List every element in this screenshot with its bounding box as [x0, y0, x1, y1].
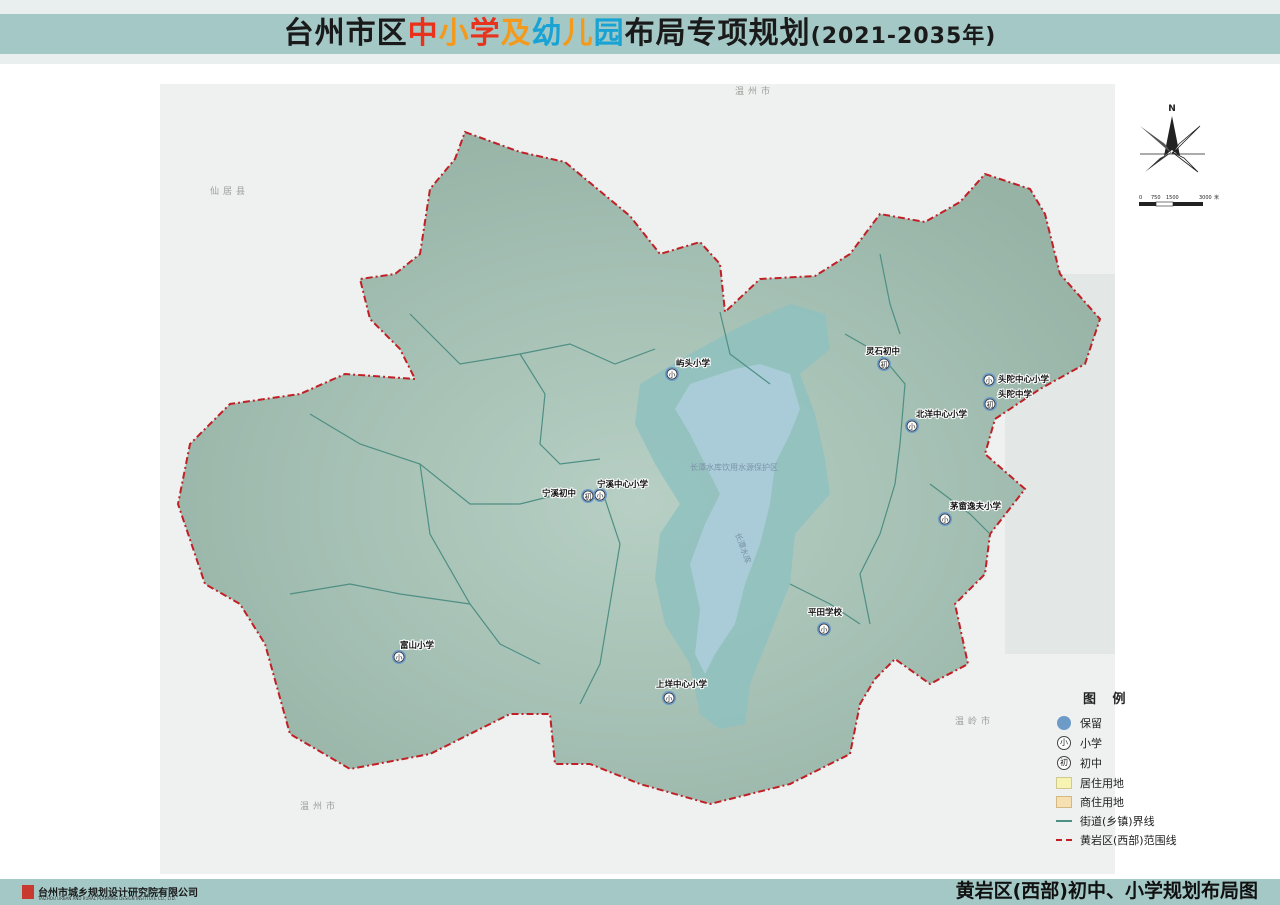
junior-school-icon: 初	[1057, 756, 1071, 770]
keep-dot-icon	[1057, 716, 1071, 730]
title-years: (2021-2035年)	[810, 24, 997, 49]
north-label: N	[1168, 104, 1176, 114]
scale-tick: 750	[1151, 195, 1161, 201]
school-label: 宁溪中心小学	[597, 479, 649, 490]
legend-label: 居住用地	[1080, 777, 1124, 790]
north-arrow-icon: N	[1140, 104, 1205, 173]
legend-label: 初中	[1080, 757, 1102, 770]
school-type-glyph: 初	[585, 492, 592, 501]
legend-item: 保留	[1056, 714, 1102, 732]
school-marker[interactable]: 小 头陀中心小学	[982, 373, 1051, 387]
page-title: 台州市区中小学及幼儿园布局专项规划(2021-2035年)	[0, 14, 1280, 54]
map-name: 黄岩区(西部)初中、小学规划布局图	[955, 880, 1258, 902]
school-type-glyph: 初	[881, 360, 888, 369]
scale-tick: 1500	[1166, 195, 1179, 201]
school-type-glyph: 小	[597, 491, 604, 500]
school-type-glyph: 小	[909, 422, 916, 431]
school-type-glyph: 小	[666, 694, 673, 703]
legend-item: 黄岩区(西部)范围线	[1056, 831, 1177, 849]
school-label: 富山小学	[400, 640, 435, 651]
legend-label: 黄岩区(西部)范围线	[1080, 834, 1177, 847]
school-label: 北洋中心小学	[916, 409, 968, 420]
title-part: 及	[500, 16, 532, 51]
title-part: 布局	[624, 16, 687, 51]
legend-item: 商住用地	[1056, 793, 1124, 811]
scale-unit: 米	[1214, 194, 1219, 201]
legend-label: 小学	[1080, 737, 1102, 750]
title-part: 台州市区	[283, 16, 408, 51]
org-name-en: TAIZHOU URBAN AND RURAL PLANNING DESIGN …	[38, 896, 176, 901]
school-type-glyph: 小	[986, 376, 993, 385]
legend-item: 初 初中	[1056, 754, 1102, 772]
school-type-glyph: 小	[669, 370, 676, 379]
scale-tick: 0	[1139, 195, 1142, 201]
legend-label: 商住用地	[1080, 796, 1124, 809]
school-label: 头陀中心小学	[998, 374, 1050, 385]
school-label: 屿头小学	[676, 358, 711, 369]
school-type-glyph: 小	[821, 625, 828, 634]
place-label: 温州市	[735, 85, 774, 97]
title-part: 小	[438, 16, 470, 51]
commercial-swatch	[1056, 796, 1072, 808]
boundary-line-icon	[1056, 839, 1072, 841]
primary-school-icon: 小	[1057, 736, 1071, 750]
place-label: 仙居县	[210, 185, 249, 197]
legend-label: 街道(乡镇)界线	[1080, 815, 1155, 828]
org-logo-icon	[22, 885, 34, 899]
title-part: 专项规划	[686, 16, 811, 51]
scale-tick: 3000	[1199, 195, 1212, 201]
protection-zone-label: 长潭水库饮用水源保护区	[690, 462, 778, 472]
school-label: 上垟中心小学	[656, 679, 708, 690]
title-part: 学	[469, 16, 501, 51]
legend-label: 保留	[1080, 717, 1102, 730]
place-label: 温岭市	[955, 715, 994, 727]
school-label: 宁溪初中	[542, 488, 576, 499]
legend-item: 小 小学	[1056, 734, 1102, 752]
title-part: 园	[593, 16, 625, 51]
title-part: 幼	[531, 16, 563, 51]
scale-bar: 0 750 1500 3000 米	[1139, 194, 1219, 207]
legend-item: 居住用地	[1056, 774, 1124, 792]
title-part: 中	[407, 16, 439, 51]
school-label: 灵石初中	[866, 346, 900, 357]
residential-swatch	[1056, 777, 1072, 789]
school-label: 头陀中学	[998, 389, 1033, 400]
title-part: 儿	[562, 16, 594, 51]
school-type-glyph: 小	[942, 515, 949, 524]
school-type-glyph: 小	[396, 653, 403, 662]
street-line-icon	[1056, 820, 1072, 822]
legend-item: 街道(乡镇)界线	[1056, 812, 1155, 830]
school-label: 茅畲逸夫小学	[949, 501, 1002, 512]
school-type-glyph: 初	[987, 400, 994, 409]
place-label: 温州市	[300, 800, 339, 812]
school-label: 平田学校	[808, 607, 843, 618]
legend-title: 图 例	[1083, 692, 1132, 707]
